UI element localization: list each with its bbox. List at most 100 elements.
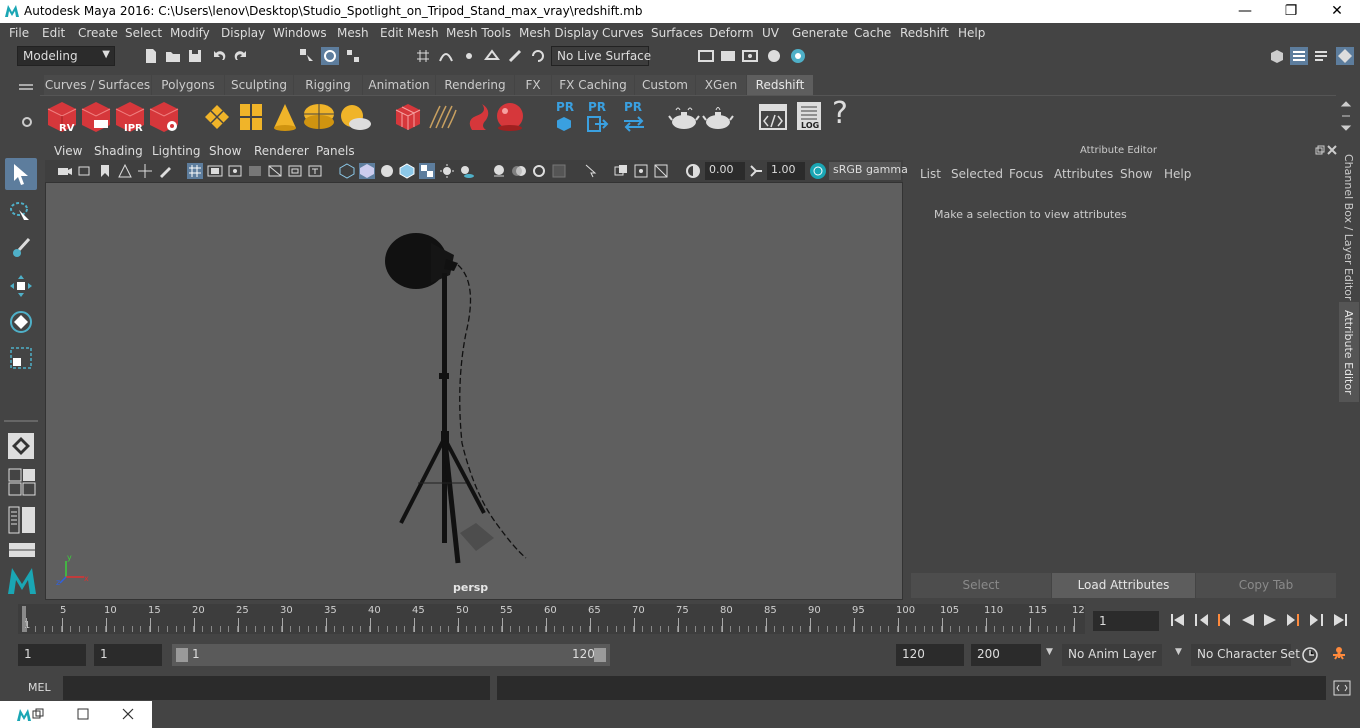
maximize-button[interactable]: ❐ xyxy=(1268,0,1314,23)
redshift-render-view-icon[interactable]: RV xyxy=(46,100,78,134)
menu-edit-mesh[interactable]: Edit Mesh xyxy=(380,26,439,40)
teapot-alt-icon[interactable] xyxy=(702,104,734,132)
scale-tool-button[interactable] xyxy=(5,342,37,374)
menu-set-dropdown[interactable]: Modeling ▼ xyxy=(17,46,115,66)
close-window-icon[interactable] xyxy=(122,708,134,720)
float-panel-icon[interactable] xyxy=(1315,145,1325,155)
color-management-icon[interactable] xyxy=(809,162,827,180)
pr-sync-button[interactable]: PR xyxy=(620,100,648,134)
menu-create[interactable]: Create xyxy=(78,26,118,40)
menu-uv[interactable]: UV xyxy=(762,26,779,40)
time-slider-track[interactable]: 1 5 10 15 20 25 30 35 40 45 50 55 60 65 70 75 80 85 90 95 10… xyxy=(18,604,1085,634)
gate-mask-icon[interactable] xyxy=(247,163,263,179)
film-gate-icon[interactable] xyxy=(207,163,223,179)
menu-generate[interactable]: Generate xyxy=(792,26,848,40)
range-start-handle[interactable] xyxy=(176,648,188,662)
playback-end-field[interactable]: 120 xyxy=(896,644,964,666)
rotate-tool-button[interactable] xyxy=(5,306,37,338)
wireframe-on-shaded-icon[interactable] xyxy=(399,163,415,179)
layout-graph-icon[interactable] xyxy=(8,542,36,558)
snap-view-plane-icon[interactable] xyxy=(483,47,501,65)
log-button[interactable]: LOG xyxy=(794,101,824,133)
animation-preferences-icon[interactable] xyxy=(1329,645,1349,665)
redshift-material-icon[interactable] xyxy=(494,100,526,134)
grease-pencil-icon[interactable] xyxy=(157,163,173,179)
field-chart-icon[interactable] xyxy=(267,163,283,179)
smooth-shade-icon[interactable] xyxy=(359,163,375,179)
tab-attribute-editor-bg[interactable]: Attribute Editor xyxy=(1339,302,1359,402)
select-by-component-icon[interactable] xyxy=(344,47,362,65)
shadows-icon[interactable] xyxy=(459,163,475,179)
tab-fx[interactable]: FX xyxy=(515,75,551,95)
close-button[interactable]: ✕ xyxy=(1314,0,1360,23)
ae-load-attributes-button[interactable]: Load Attributes xyxy=(1052,573,1195,598)
command-input[interactable] xyxy=(63,676,490,700)
redshift-batch-render-icon[interactable] xyxy=(80,100,112,134)
shelf-scroll-icon[interactable] xyxy=(1340,100,1352,132)
step-back-key-icon[interactable] xyxy=(1194,613,1210,627)
tab-sculpting[interactable]: Sculpting xyxy=(225,75,293,95)
menu-display[interactable]: Display xyxy=(221,26,265,40)
vp-menu-show[interactable]: Show xyxy=(209,144,241,158)
close-panel-icon[interactable] xyxy=(1327,145,1337,155)
resolution-gate-icon[interactable] xyxy=(227,163,243,179)
tab-polygons[interactable]: Polygons xyxy=(152,75,224,95)
shelf-settings-gear-icon[interactable] xyxy=(20,115,34,129)
render-current-frame-icon[interactable] xyxy=(697,47,715,65)
undo-icon[interactable] xyxy=(210,47,228,65)
ae-menu-attributes[interactable]: Attributes xyxy=(1054,167,1113,181)
tab-rendering[interactable]: Rendering xyxy=(436,75,514,95)
toggle-channel-box-icon[interactable] xyxy=(1336,47,1354,65)
grid-toggle-icon[interactable] xyxy=(187,163,203,179)
minimize-button[interactable]: — xyxy=(1222,0,1268,23)
menu-select[interactable]: Select xyxy=(125,26,162,40)
pr-cube-button[interactable]: PR xyxy=(552,100,578,134)
select-tool-button[interactable] xyxy=(5,158,37,190)
redshift-portal-light-icon[interactable] xyxy=(238,102,264,132)
pr-export-button[interactable]: PR xyxy=(584,100,612,134)
gamma-field[interactable]: 1.00 xyxy=(767,162,805,180)
redshift-volume-icon[interactable] xyxy=(464,100,494,134)
script-editor-icon[interactable] xyxy=(758,102,788,132)
select-by-hierarchy-icon[interactable] xyxy=(298,47,316,65)
camera-attributes-icon[interactable] xyxy=(77,163,93,179)
open-scene-icon[interactable] xyxy=(164,47,182,65)
menu-deform[interactable]: Deform xyxy=(709,26,754,40)
workspace-icon[interactable] xyxy=(1268,47,1286,65)
menu-surfaces[interactable]: Surfaces xyxy=(651,26,703,40)
script-language-label[interactable]: MEL xyxy=(28,681,51,694)
shelf-menu-icon[interactable] xyxy=(19,83,33,91)
reflection-icon[interactable] xyxy=(529,47,547,65)
gamma-icon[interactable] xyxy=(748,163,764,179)
isolate-select-icon[interactable] xyxy=(583,163,599,179)
ambient-occlusion-icon[interactable] xyxy=(491,163,507,179)
hypershade-icon[interactable] xyxy=(765,47,783,65)
vp-menu-panels[interactable]: Panels xyxy=(316,144,355,158)
move-tool-button[interactable] xyxy=(5,270,37,302)
toggle-attribute-editor-icon[interactable] xyxy=(1312,47,1330,65)
redshift-hair-icon[interactable] xyxy=(426,102,460,132)
menu-help[interactable]: Help xyxy=(958,26,985,40)
use-all-lights-icon[interactable] xyxy=(439,163,455,179)
tab-rigging[interactable]: Rigging xyxy=(294,75,362,95)
snap-live-icon[interactable] xyxy=(506,47,524,65)
auto-key-icon[interactable] xyxy=(1301,646,1319,664)
character-set-field[interactable]: No Character Set xyxy=(1191,644,1300,666)
menu-cache[interactable]: Cache xyxy=(854,26,891,40)
step-back-frame-icon[interactable] xyxy=(1216,613,1232,627)
wireframe-icon[interactable] xyxy=(339,163,355,179)
redshift-ipr-icon[interactable]: IPR xyxy=(114,100,146,134)
animation-start-field[interactable]: 1 xyxy=(18,644,86,666)
paint-select-tool-button[interactable] xyxy=(5,232,37,264)
motion-blur-icon[interactable] xyxy=(511,163,527,179)
3d-viewport[interactable]: y x z persp xyxy=(45,182,903,600)
script-editor-toggle-icon[interactable] xyxy=(1333,679,1351,697)
snap-curve-icon[interactable] xyxy=(437,47,455,65)
menu-windows[interactable]: Windows xyxy=(273,26,327,40)
snap-point-icon[interactable] xyxy=(460,47,478,65)
view-transform-field[interactable]: sRGB gamma xyxy=(829,162,908,180)
play-backwards-icon[interactable] xyxy=(1240,613,1256,627)
layout-outliner-icon[interactable] xyxy=(8,506,36,534)
xray-joints-icon[interactable] xyxy=(633,163,649,179)
menu-mesh-tools[interactable]: Mesh Tools xyxy=(446,26,511,40)
